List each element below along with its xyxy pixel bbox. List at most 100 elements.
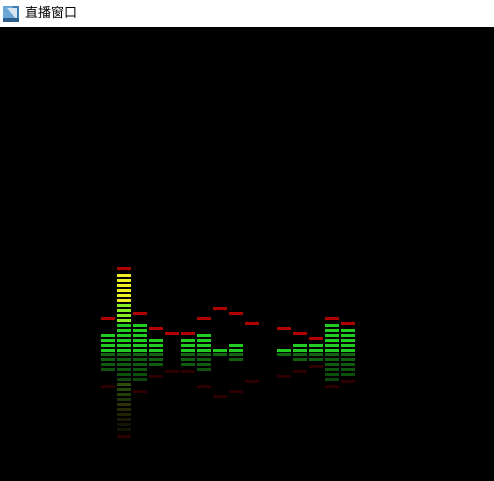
peak-marker <box>165 332 179 335</box>
spectrum-band <box>165 332 179 373</box>
spectrum-band <box>293 332 307 373</box>
peak-reflection <box>229 390 243 393</box>
peak-marker <box>309 337 323 340</box>
level-segment <box>117 274 131 277</box>
reflection-segment <box>117 378 131 381</box>
level-segment <box>181 339 195 342</box>
reflection-segment <box>117 423 131 426</box>
reflection-segment <box>149 353 163 356</box>
level-segment <box>325 324 339 327</box>
spectrum-band <box>101 317 115 388</box>
reflection-segment <box>293 353 307 356</box>
reflection-segment <box>197 368 211 371</box>
reflection-segment <box>117 368 131 371</box>
spectrum-band <box>181 332 195 373</box>
peak-marker <box>149 327 163 330</box>
level-segment <box>149 344 163 347</box>
level-segment <box>309 349 323 352</box>
peak-reflection <box>149 375 163 378</box>
level-segment <box>117 284 131 287</box>
level-segment <box>117 324 131 327</box>
peak-marker <box>101 317 115 320</box>
level-segment <box>117 289 131 292</box>
reflection-segment <box>325 368 339 371</box>
level-segment <box>133 349 147 352</box>
level-segment <box>117 304 131 307</box>
reflection-segment <box>341 353 355 356</box>
live-window: 直播窗口 <box>0 0 494 481</box>
level-segment <box>341 334 355 337</box>
reflection-segment <box>197 363 211 366</box>
peak-reflection <box>277 375 291 378</box>
level-segment <box>101 344 115 347</box>
reflection-segment <box>133 373 147 376</box>
level-segment <box>101 339 115 342</box>
level-segment <box>309 344 323 347</box>
peak-reflection <box>341 380 355 383</box>
reflection-segment <box>325 378 339 381</box>
peak-marker <box>117 267 131 270</box>
peak-reflection <box>117 435 131 438</box>
spectrum-band <box>213 307 227 398</box>
reflection-segment <box>117 358 131 361</box>
reflection-segment <box>197 353 211 356</box>
spectrum-band <box>341 322 355 383</box>
reflection-segment <box>181 363 195 366</box>
reflection-segment <box>341 358 355 361</box>
spectrum-band <box>133 312 147 393</box>
peak-marker <box>245 322 259 325</box>
level-segment <box>325 349 339 352</box>
level-segment <box>117 344 131 347</box>
spectrum-band <box>245 322 259 383</box>
reflection-segment <box>325 358 339 361</box>
level-segment <box>341 339 355 342</box>
reflection-segment <box>117 418 131 421</box>
reflection-segment <box>229 358 243 361</box>
level-segment <box>197 334 211 337</box>
reflection-segment <box>117 393 131 396</box>
level-segment <box>101 334 115 337</box>
peak-marker <box>229 312 243 315</box>
level-segment <box>117 314 131 317</box>
level-segment <box>117 334 131 337</box>
level-segment <box>133 344 147 347</box>
level-segment <box>117 349 131 352</box>
spectrum-band <box>117 267 131 438</box>
reflection-segment <box>117 408 131 411</box>
spectrum-visualizer <box>101 267 355 438</box>
level-segment <box>197 349 211 352</box>
level-segment <box>341 344 355 347</box>
peak-marker <box>133 312 147 315</box>
peak-reflection <box>133 390 147 393</box>
reflection-segment <box>117 363 131 366</box>
reflection-segment <box>197 358 211 361</box>
level-segment <box>197 339 211 342</box>
level-segment <box>325 344 339 347</box>
peak-reflection <box>197 385 211 388</box>
reflection-segment <box>117 413 131 416</box>
spectrum-band <box>149 327 163 378</box>
reflection-segment <box>341 363 355 366</box>
spectrum-band <box>197 317 211 388</box>
reflection-segment <box>117 373 131 376</box>
reflection-segment <box>309 358 323 361</box>
reflection-segment <box>133 353 147 356</box>
level-segment <box>117 294 131 297</box>
reflection-segment <box>181 358 195 361</box>
level-segment <box>117 309 131 312</box>
peak-marker <box>325 317 339 320</box>
reflection-segment <box>149 363 163 366</box>
level-segment <box>293 344 307 347</box>
reflection-segment <box>325 353 339 356</box>
level-segment <box>229 349 243 352</box>
level-segment <box>117 299 131 302</box>
reflection-segment <box>325 373 339 376</box>
reflection-segment <box>341 368 355 371</box>
reflection-segment <box>117 383 131 386</box>
reflection-segment <box>277 353 291 356</box>
spectrum-band <box>309 337 323 368</box>
peak-marker <box>213 307 227 310</box>
level-segment <box>117 339 131 342</box>
reflection-segment <box>101 358 115 361</box>
reflection-segment <box>133 368 147 371</box>
